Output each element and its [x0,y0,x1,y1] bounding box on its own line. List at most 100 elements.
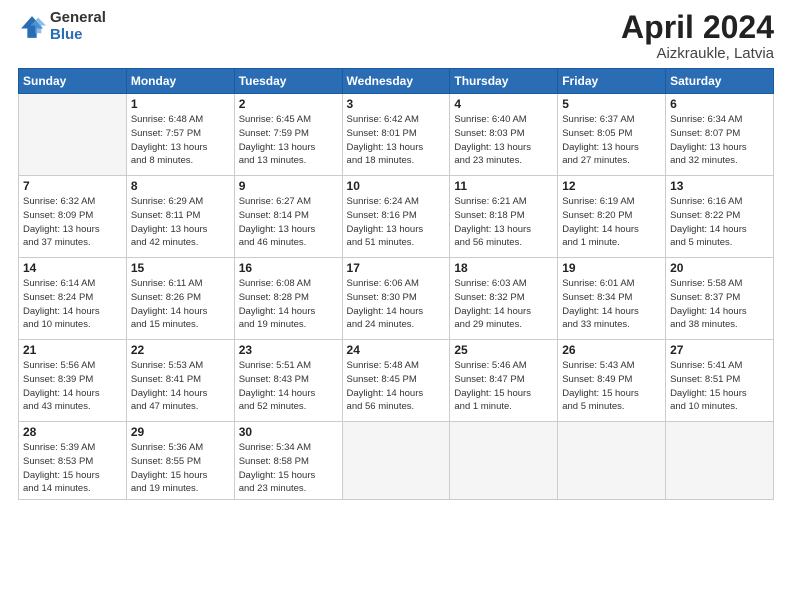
calendar-cell [666,422,774,500]
day-info: Sunrise: 5:36 AMSunset: 8:55 PMDaylight:… [131,441,230,496]
calendar-cell: 10Sunrise: 6:24 AMSunset: 8:16 PMDayligh… [342,176,450,258]
calendar-cell: 27 Sunrise: 5:41 AMSunset: 8:51 PMDayligh… [666,340,774,422]
day-number: 29 [131,425,230,439]
calendar-cell [342,422,450,500]
day-number: 17 [347,261,446,275]
day-number: 2 [239,97,338,111]
calendar-cell: 30 Sunrise: 5:34 AMSunset: 8:58 PMDayligh… [234,422,342,500]
calendar-cell: 17 Sunrise: 6:06 AMSunset: 8:30 PMDayligh… [342,258,450,340]
day-number: 22 [131,343,230,357]
day-number: 11 [454,179,553,193]
calendar-cell [558,422,666,500]
calendar-cell: 11 Sunrise: 6:21 AMSunset: 8:18 PMDayligh… [450,176,558,258]
page: General Blue April 2024 Aizkraukle, Latv… [0,0,792,612]
day-number: 9 [239,179,338,193]
calendar-cell: 21 Sunrise: 5:56 AMSunset: 8:39 PMDayligh… [19,340,127,422]
logo-icon [18,13,46,41]
day-info: Sunrise: 5:46 AMSunset: 8:47 PMDaylight:… [454,359,553,414]
day-number: 3 [347,97,446,111]
day-number: 27 [670,343,769,357]
calendar-cell: 29 Sunrise: 5:36 AMSunset: 8:55 PMDayligh… [126,422,234,500]
calendar-table: SundayMondayTuesdayWednesdayThursdayFrid… [18,68,774,500]
day-number: 28 [23,425,122,439]
weekday-header-row: SundayMondayTuesdayWednesdayThursdayFrid… [19,69,774,94]
calendar-cell: 24Sunrise: 5:48 AMSunset: 8:45 PMDayligh… [342,340,450,422]
calendar-cell: 26 Sunrise: 5:43 AMSunset: 8:49 PMDayligh… [558,340,666,422]
day-info: Sunrise: 6:21 AMSunset: 8:18 PMDaylight:… [454,195,553,250]
weekday-saturday: Saturday [666,69,774,94]
calendar-cell [19,94,127,176]
calendar-cell: 3 Sunrise: 6:42 AMSunset: 8:01 PMDaylight… [342,94,450,176]
calendar-cell: 9 Sunrise: 6:27 AMSunset: 8:14 PMDaylight… [234,176,342,258]
day-info: Sunrise: 6:01 AMSunset: 8:34 PMDaylight:… [562,277,661,332]
week-row-3: 14Sunrise: 6:14 AMSunset: 8:24 PMDayligh… [19,258,774,340]
calendar-cell: 25 Sunrise: 5:46 AMSunset: 8:47 PMDayligh… [450,340,558,422]
calendar-cell: 5 Sunrise: 6:37 AMSunset: 8:05 PMDaylight… [558,94,666,176]
day-info: Sunrise: 5:58 AMSunset: 8:37 PMDaylight:… [670,277,769,332]
day-info: Sunrise: 5:41 AMSunset: 8:51 PMDaylight:… [670,359,769,414]
day-info: Sunrise: 5:43 AMSunset: 8:49 PMDaylight:… [562,359,661,414]
calendar-cell: 14Sunrise: 6:14 AMSunset: 8:24 PMDayligh… [19,258,127,340]
day-number: 21 [23,343,122,357]
day-number: 20 [670,261,769,275]
day-info: Sunrise: 5:34 AMSunset: 8:58 PMDaylight:… [239,441,338,496]
day-info: Sunrise: 5:53 AMSunset: 8:41 PMDaylight:… [131,359,230,414]
day-info: Sunrise: 6:08 AMSunset: 8:28 PMDaylight:… [239,277,338,332]
weekday-thursday: Thursday [450,69,558,94]
calendar-cell: 16Sunrise: 6:08 AMSunset: 8:28 PMDayligh… [234,258,342,340]
day-info: Sunrise: 6:11 AMSunset: 8:26 PMDaylight:… [131,277,230,332]
calendar-location: Aizkraukle, Latvia [621,45,774,62]
calendar-cell: 20 Sunrise: 5:58 AMSunset: 8:37 PMDayligh… [666,258,774,340]
day-info: Sunrise: 6:32 AMSunset: 8:09 PMDaylight:… [23,195,122,250]
calendar-cell: 23Sunrise: 5:51 AMSunset: 8:43 PMDayligh… [234,340,342,422]
logo: General Blue [18,10,106,43]
day-info: Sunrise: 6:16 AMSunset: 8:22 PMDaylight:… [670,195,769,250]
day-number: 30 [239,425,338,439]
logo-blue-text: Blue [50,27,106,44]
day-info: Sunrise: 6:40 AMSunset: 8:03 PMDaylight:… [454,113,553,168]
day-info: Sunrise: 6:45 AMSunset: 7:59 PMDaylight:… [239,113,338,168]
calendar-cell: 2 Sunrise: 6:45 AMSunset: 7:59 PMDaylight… [234,94,342,176]
day-number: 15 [131,261,230,275]
day-info: Sunrise: 6:14 AMSunset: 8:24 PMDaylight:… [23,277,122,332]
day-number: 26 [562,343,661,357]
day-number: 1 [131,97,230,111]
weekday-friday: Friday [558,69,666,94]
calendar-cell: 6 Sunrise: 6:34 AMSunset: 8:07 PMDaylight… [666,94,774,176]
weekday-monday: Monday [126,69,234,94]
day-info: Sunrise: 6:29 AMSunset: 8:11 PMDaylight:… [131,195,230,250]
day-number: 23 [239,343,338,357]
calendar-cell: 13Sunrise: 6:16 AMSunset: 8:22 PMDayligh… [666,176,774,258]
calendar-cell: 7 Sunrise: 6:32 AMSunset: 8:09 PMDaylight… [19,176,127,258]
day-info: Sunrise: 5:39 AMSunset: 8:53 PMDaylight:… [23,441,122,496]
day-number: 8 [131,179,230,193]
day-info: Sunrise: 6:34 AMSunset: 8:07 PMDaylight:… [670,113,769,168]
calendar-cell: 12 Sunrise: 6:19 AMSunset: 8:20 PMDayligh… [558,176,666,258]
week-row-1: 1 Sunrise: 6:48 AMSunset: 7:57 PMDaylight… [19,94,774,176]
day-info: Sunrise: 5:48 AMSunset: 8:45 PMDaylight:… [347,359,446,414]
day-info: Sunrise: 6:27 AMSunset: 8:14 PMDaylight:… [239,195,338,250]
logo-text: General Blue [50,10,106,43]
weekday-wednesday: Wednesday [342,69,450,94]
day-info: Sunrise: 5:56 AMSunset: 8:39 PMDaylight:… [23,359,122,414]
week-row-2: 7 Sunrise: 6:32 AMSunset: 8:09 PMDaylight… [19,176,774,258]
day-info: Sunrise: 6:37 AMSunset: 8:05 PMDaylight:… [562,113,661,168]
day-number: 4 [454,97,553,111]
day-info: Sunrise: 6:06 AMSunset: 8:30 PMDaylight:… [347,277,446,332]
day-info: Sunrise: 6:42 AMSunset: 8:01 PMDaylight:… [347,113,446,168]
week-row-4: 21 Sunrise: 5:56 AMSunset: 8:39 PMDayligh… [19,340,774,422]
calendar-cell: 28 Sunrise: 5:39 AMSunset: 8:53 PMDayligh… [19,422,127,500]
day-number: 5 [562,97,661,111]
calendar-cell: 22 Sunrise: 5:53 AMSunset: 8:41 PMDayligh… [126,340,234,422]
title-block: April 2024 Aizkraukle, Latvia [621,10,774,62]
day-number: 12 [562,179,661,193]
day-number: 25 [454,343,553,357]
calendar-cell: 15 Sunrise: 6:11 AMSunset: 8:26 PMDayligh… [126,258,234,340]
week-row-5: 28 Sunrise: 5:39 AMSunset: 8:53 PMDayligh… [19,422,774,500]
day-info: Sunrise: 6:19 AMSunset: 8:20 PMDaylight:… [562,195,661,250]
day-info: Sunrise: 6:48 AMSunset: 7:57 PMDaylight:… [131,113,230,168]
day-number: 7 [23,179,122,193]
calendar-cell: 18Sunrise: 6:03 AMSunset: 8:32 PMDayligh… [450,258,558,340]
day-number: 6 [670,97,769,111]
weekday-sunday: Sunday [19,69,127,94]
